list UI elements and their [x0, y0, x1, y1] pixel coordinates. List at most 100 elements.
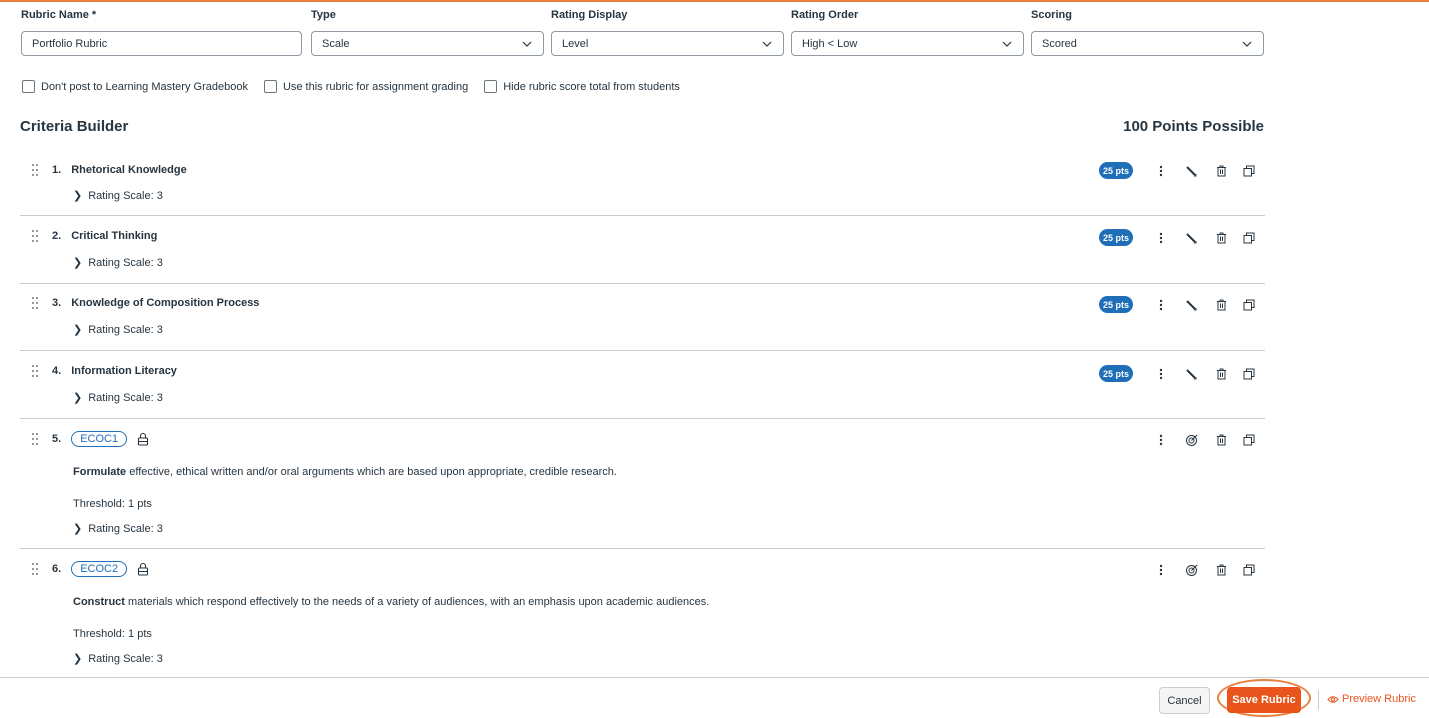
points-pill: 25 pts [1099, 229, 1133, 246]
outcome-description-text: materials which respond effectively to t… [124, 596, 710, 608]
type-label: Type [311, 9, 336, 21]
outcome-criterion-row: 6. ECOC2 Construct materials which respo… [20, 559, 1265, 676]
trash-icon[interactable] [1213, 431, 1229, 449]
checkbox-box[interactable] [484, 80, 498, 93]
use-for-grading-checkbox[interactable]: Use this rubric for assignment grading [263, 80, 469, 93]
criterion-number: 3. [52, 297, 62, 309]
rating-scale-label: Rating Scale: 3 [88, 652, 163, 665]
no-lmgb-label: Don't post to Learning Mastery Gradebook [41, 80, 248, 93]
criterion-title: Information Literacy [71, 365, 177, 377]
duplicate-icon[interactable] [1241, 365, 1257, 383]
drag-handle-icon[interactable] [30, 296, 40, 310]
rating-display-select[interactable]: Level [551, 31, 784, 56]
drag-handle-icon[interactable] [30, 364, 40, 378]
drag-handle-icon[interactable] [30, 229, 40, 243]
rating-order-label: Rating Order [791, 9, 859, 21]
more-options-icon[interactable] [1153, 365, 1169, 383]
chevron-right-icon: ❯ [73, 392, 83, 404]
chevron-down-icon [1242, 41, 1252, 47]
rating-order-select[interactable]: High < Low [791, 31, 1024, 56]
criterion-title: Rhetorical Knowledge [71, 164, 187, 176]
outcome-description: Formulate effective, ethical written and… [73, 466, 617, 478]
rating-scale-toggle[interactable]: ❯ Rating Scale: 3 [73, 391, 163, 405]
outcome-description-verb: Construct [73, 596, 125, 608]
criterion-row: 3. Knowledge of Composition Process ❯ Ra… [20, 293, 1265, 351]
chevron-right-icon: ❯ [73, 324, 83, 336]
rating-scale-toggle[interactable]: ❯ Rating Scale: 3 [73, 522, 163, 536]
scoring-select[interactable]: Scored [1031, 31, 1264, 56]
criteria-builder-title: Criteria Builder [20, 118, 129, 135]
points-pill: 25 pts [1099, 365, 1133, 382]
drag-handle-icon[interactable] [30, 163, 40, 177]
more-options-icon[interactable] [1153, 561, 1169, 579]
rubric-name-label: Rubric Name * [21, 9, 97, 21]
more-options-icon[interactable] [1153, 296, 1169, 314]
scoring-label: Scoring [1031, 9, 1072, 21]
criterion-title: Knowledge of Composition Process [71, 297, 260, 309]
rating-scale-label: Rating Scale: 3 [88, 323, 163, 336]
rating-scale-toggle[interactable]: ❯ Rating Scale: 3 [73, 189, 163, 203]
criterion-number: 5. [52, 433, 62, 445]
chevron-right-icon: ❯ [73, 257, 83, 269]
trash-icon[interactable] [1213, 296, 1229, 314]
more-options-icon[interactable] [1153, 431, 1169, 449]
points-pill: 25 pts [1099, 296, 1133, 313]
use-for-grading-label: Use this rubric for assignment grading [282, 80, 469, 93]
duplicate-icon[interactable] [1241, 561, 1257, 579]
outcome-target-icon[interactable] [1183, 431, 1199, 449]
no-lmgb-checkbox[interactable]: Don't post to Learning Mastery Gradebook [22, 80, 248, 93]
outcome-target-icon[interactable] [1183, 561, 1199, 579]
rubric-name-input[interactable]: Portfolio Rubric [21, 31, 302, 56]
criterion-row: 2. Critical Thinking ❯ Rating Scale: 3 2… [20, 226, 1265, 284]
outcome-tag: ECOC1 [71, 431, 128, 447]
hide-total-label: Hide rubric score total from students [503, 80, 680, 93]
type-select[interactable]: Scale [311, 31, 544, 56]
duplicate-icon[interactable] [1241, 229, 1257, 247]
trash-icon[interactable] [1213, 365, 1229, 383]
rating-scale-label: Rating Scale: 3 [88, 391, 163, 404]
scoring-select-value: Scored [1042, 37, 1077, 50]
checkbox-box[interactable] [263, 80, 277, 93]
drag-handle-icon[interactable] [30, 432, 40, 446]
duplicate-icon[interactable] [1241, 296, 1257, 314]
more-options-icon[interactable] [1153, 162, 1169, 180]
rating-scale-toggle[interactable]: ❯ Rating Scale: 3 [73, 256, 163, 270]
points-pill: 25 pts [1099, 162, 1133, 179]
cancel-button[interactable]: Cancel [1159, 687, 1210, 714]
outcome-description-text: effective, ethical written and/or oral a… [126, 466, 617, 478]
rating-display-label: Rating Display [551, 9, 628, 21]
trash-icon[interactable] [1213, 229, 1229, 247]
rating-scale-label: Rating Scale: 3 [88, 522, 163, 535]
rating-scale-toggle[interactable]: ❯ Rating Scale: 3 [73, 652, 163, 666]
trash-icon[interactable] [1213, 162, 1229, 180]
edit-pencil-icon[interactable] [1183, 365, 1199, 383]
lock-icon [138, 562, 149, 576]
save-rubric-button[interactable]: Save Rubric [1227, 687, 1301, 713]
criterion-number: 6. [52, 563, 62, 575]
duplicate-icon[interactable] [1241, 431, 1257, 449]
rubric-name-value: Portfolio Rubric [32, 37, 108, 50]
hide-total-checkbox[interactable]: Hide rubric score total from students [484, 80, 680, 93]
rating-scale-label: Rating Scale: 3 [88, 256, 163, 269]
edit-pencil-icon[interactable] [1183, 296, 1199, 314]
edit-pencil-icon[interactable] [1183, 162, 1199, 180]
duplicate-icon[interactable] [1241, 162, 1257, 180]
criterion-number: 1. [52, 164, 62, 176]
outcome-criterion-row: 5. ECOC1 Formulate effective, ethical wr… [20, 429, 1265, 549]
checkbox-box[interactable] [22, 80, 35, 93]
threshold-text: Threshold: 1 pts [73, 628, 152, 640]
rating-scale-toggle[interactable]: ❯ Rating Scale: 3 [73, 323, 163, 337]
edit-pencil-icon[interactable] [1183, 229, 1199, 247]
preview-rubric-link[interactable]: Preview Rubric [1327, 693, 1416, 705]
rating-scale-label: Rating Scale: 3 [88, 189, 163, 202]
lock-icon [138, 432, 149, 446]
points-possible: 100 Points Possible [1123, 118, 1264, 135]
more-options-icon[interactable] [1153, 229, 1169, 247]
outcome-description-verb: Formulate [73, 466, 127, 478]
trash-icon[interactable] [1213, 561, 1229, 579]
outcome-description: Construct materials which respond effect… [73, 596, 709, 608]
top-accent-bar [0, 0, 1429, 2]
drag-handle-icon[interactable] [30, 562, 40, 576]
criterion-row: 4. Information Literacy ❯ Rating Scale: … [20, 361, 1265, 419]
footer-divider-line [0, 677, 1429, 678]
